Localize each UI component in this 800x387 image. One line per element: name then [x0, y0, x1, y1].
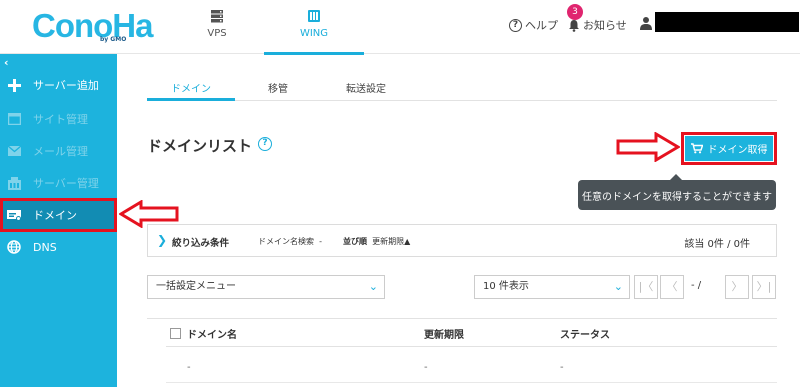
page-title: ドメインリスト	[147, 137, 253, 155]
filter-sort-value: 更新期限▲	[372, 237, 411, 246]
sidebar-item-dns[interactable]: DNS	[0, 230, 117, 264]
sidebar-item-site-management: サイト管理	[0, 102, 117, 136]
server-icon	[211, 10, 223, 23]
page-prev-button[interactable]: 〈	[660, 275, 684, 299]
logo-subtitle: by GMO	[100, 36, 127, 43]
column-header-expiry[interactable]: 更新期限	[424, 326, 464, 341]
cart-icon	[690, 143, 703, 154]
nav-tab-vps[interactable]: VPS	[167, 0, 267, 54]
tab-forwarding-settings[interactable]: 転送設定	[336, 80, 396, 95]
page-last-button[interactable]: 〉|	[752, 275, 776, 299]
server-manage-icon	[7, 176, 21, 190]
chevron-right-icon[interactable]: ❯	[157, 233, 167, 247]
sidebar-item-add-server[interactable]: サーバー追加	[0, 68, 117, 102]
page-range: - /	[691, 280, 702, 291]
tab-transfer[interactable]: 移管	[258, 80, 298, 95]
filter-sort-label: 並び順	[343, 237, 367, 246]
get-domain-label: ドメイン取得	[707, 145, 768, 156]
nav-tab-label: WING	[299, 28, 329, 39]
per-page-value: 10 件表示	[483, 281, 529, 292]
per-page-dropdown[interactable]: 10 件表示 ⌄	[474, 275, 630, 299]
nav-tab-label: VPS	[207, 28, 227, 39]
column-header-domain-name[interactable]: ドメイン名	[187, 326, 237, 341]
site-icon	[7, 112, 21, 126]
plus-icon	[7, 78, 21, 92]
filter-search-label: ドメイン名検索	[258, 237, 314, 246]
mail-icon	[7, 144, 21, 158]
filter-search-criterion: ドメイン名検索 -	[258, 236, 322, 247]
table-top-border	[147, 318, 777, 319]
wing-icon	[308, 10, 320, 22]
help-label: ヘルプ	[525, 19, 558, 32]
help-icon: ?	[509, 18, 522, 32]
sidebar-item-label: サーバー管理	[33, 177, 99, 190]
table-cell: -	[424, 362, 428, 373]
sidebar-item-domain[interactable]: ドメイン	[0, 198, 117, 232]
sidebar-item-label: サイト管理	[33, 113, 88, 126]
tooltip-text: 任意のドメインを取得することができます	[582, 191, 772, 203]
select-all-checkbox[interactable]	[170, 328, 181, 339]
filter-title[interactable]: 絞り込み条件	[172, 235, 229, 249]
title-help-icon[interactable]: ?	[258, 137, 272, 151]
sidebar-item-label: サーバー追加	[33, 79, 99, 92]
help-link[interactable]: ? ヘルプ	[509, 17, 558, 33]
chevron-down-icon: ⌄	[368, 280, 378, 293]
bell-icon	[569, 19, 579, 32]
result-count: 該当 0件 / 0件	[684, 239, 750, 250]
domain-icon	[7, 208, 21, 222]
sidebar-item-label: ドメイン	[33, 209, 77, 222]
nav-tab-wing[interactable]: WING	[264, 0, 364, 55]
filter-bar[interactable]: ❯ 絞り込み条件 ドメイン名検索 - 並び順 更新期限▲ 該当 0件 / 0件	[147, 224, 777, 257]
table-header-divider	[166, 346, 777, 347]
bulk-settings-value: 一括設定メニュー	[156, 281, 236, 292]
user-icon[interactable]	[640, 16, 652, 30]
page-first-button[interactable]: |〈	[634, 275, 658, 299]
table-row-divider	[166, 382, 777, 383]
active-tab-indicator	[147, 98, 235, 101]
notice-label: お知らせ	[583, 19, 627, 32]
tab-divider	[147, 100, 777, 101]
filter-sort-criterion: 並び順 更新期限▲	[343, 236, 410, 247]
notice-count-badge: 3	[567, 4, 583, 20]
tab-domain[interactable]: ドメイン	[147, 80, 235, 95]
sidebar-item-server-management: サーバー管理	[0, 166, 117, 200]
table-cell: -	[560, 362, 564, 373]
table-cell: -	[187, 362, 191, 373]
get-domain-tooltip: 任意のドメインを取得することができます	[578, 174, 776, 210]
sidebar-item-label: DNS	[33, 240, 57, 254]
column-header-status[interactable]: ステータス	[560, 326, 610, 341]
annotation-arrow-right-icon	[616, 132, 680, 162]
page-next-button[interactable]: 〉	[725, 275, 749, 299]
bulk-settings-dropdown[interactable]: 一括設定メニュー ⌄	[147, 275, 385, 299]
globe-icon	[7, 240, 21, 254]
chevron-down-icon: ⌄	[613, 280, 623, 293]
user-name-redacted[interactable]	[655, 12, 799, 32]
get-domain-button[interactable]: ドメイン取得	[685, 136, 773, 161]
filter-search-value: -	[319, 237, 322, 246]
top-header: ConoHa by GMO VPS WING ? ヘルプ お知らせ 3	[0, 0, 800, 55]
sidebar-item-label: メール管理	[33, 145, 88, 158]
conoha-logo[interactable]: ConoHa	[32, 8, 153, 44]
sidebar: ‹ サーバー追加 サイト管理 メール管理 サーバー管理 ドメイン DNS	[0, 54, 117, 387]
sidebar-item-mail-management: メール管理	[0, 134, 117, 168]
